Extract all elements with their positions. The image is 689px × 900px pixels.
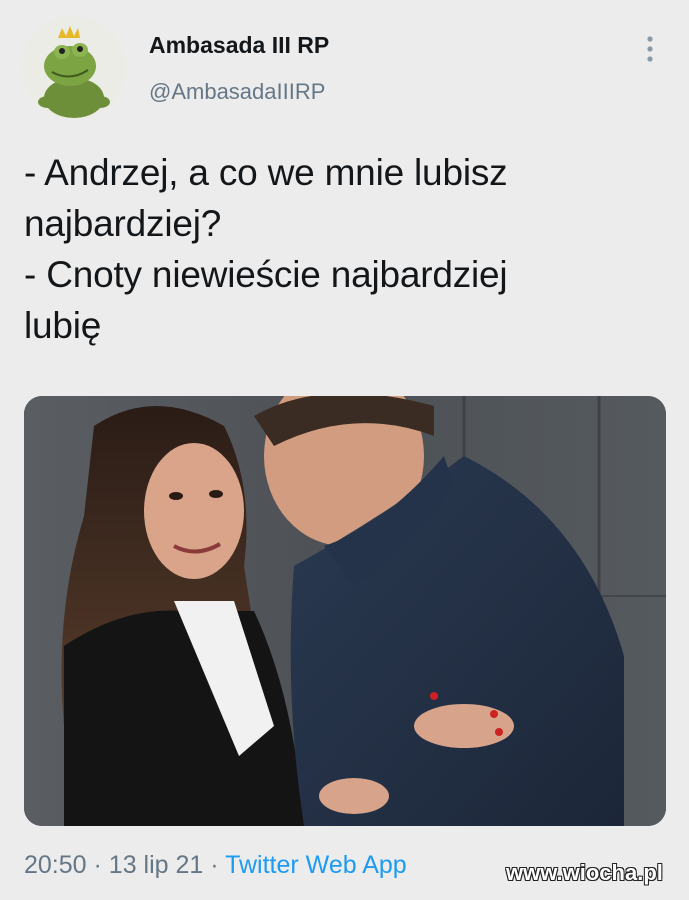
tweet-card: Ambasada III RP @AmbasadaIIIRP - Andrzej…	[0, 0, 689, 900]
tweet-text-line: - Andrzej, a co we mnie lubisz	[24, 152, 508, 193]
more-vertical-icon[interactable]	[643, 34, 657, 64]
user-handle[interactable]: @AmbasadaIIIRP	[149, 79, 325, 105]
tweet-text: - Andrzej, a co we mnie lubisz najbardzi…	[24, 147, 624, 351]
tweet-text-line: najbardziej?	[24, 203, 222, 244]
tweet-meta: 20:50 · 13 lip 21 · Twitter Web App	[24, 851, 407, 880]
photo-image	[24, 396, 666, 826]
tweet-source-link[interactable]: Twitter Web App	[225, 851, 407, 879]
meta-separator: ·	[210, 851, 219, 879]
meta-separator: ·	[93, 851, 102, 879]
display-name[interactable]: Ambasada III RP	[149, 32, 329, 59]
profile-avatar[interactable]	[22, 16, 126, 120]
tweet-photo[interactable]	[24, 396, 666, 826]
tweet-date[interactable]: 13 lip 21	[109, 851, 204, 879]
tweet-text-line: - Cnoty niewieście najbardziej	[24, 254, 508, 295]
watermark: www.wiocha.pl	[506, 860, 663, 885]
tweet-text-line: lubię	[24, 305, 102, 346]
frog-plush-icon	[22, 16, 126, 120]
tweet-time[interactable]: 20:50	[24, 851, 87, 879]
